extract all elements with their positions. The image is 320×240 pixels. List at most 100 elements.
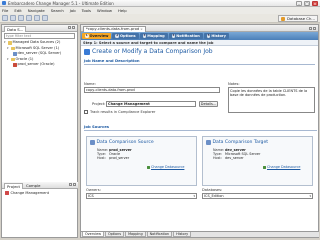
menu-help[interactable]: Help — [118, 8, 127, 13]
minimize-button[interactable]: – — [296, 1, 302, 6]
source-title: Data Comparison Source — [90, 140, 154, 145]
data-source-tree: ▾ Managed Data Sources (2) ▾ Microsoft S… — [2, 40, 77, 68]
tab-job[interactable]: *copy-clients-data-from-prod × — [83, 26, 146, 32]
notes-field[interactable]: Copie les données de la table CLIENTS de… — [228, 87, 315, 113]
bottom-tab-options[interactable]: Options — [104, 232, 125, 237]
chevron-down-icon: ▾ — [309, 194, 311, 198]
menu-bar: File Edit Navigate Search Job Tools Wind… — [0, 7, 320, 14]
target-host: dev_server — [225, 156, 244, 161]
step-number: 4 — [171, 33, 176, 38]
oracle-icon — [13, 63, 17, 67]
bottom-tab-history[interactable]: History — [173, 232, 192, 237]
step-overview[interactable]: 1 Overview — [82, 33, 112, 39]
target-change-datasource-link[interactable]: Change Datasource — [263, 165, 300, 169]
maximize-button[interactable]: □ — [304, 1, 310, 6]
page-title: Create or Modify a Data Comparison Job — [92, 48, 213, 55]
name-field[interactable]: copy-clients-data-from-prod — [84, 87, 220, 93]
change-datasource-icon — [147, 165, 150, 169]
close-button[interactable]: × — [312, 1, 318, 6]
database-perspective-icon — [280, 16, 285, 21]
maximize-view-icon[interactable] — [72, 26, 75, 29]
expand-icon[interactable]: ▾ — [7, 46, 10, 52]
owners-select[interactable]: ICS ▾ — [86, 193, 197, 199]
forward-icon[interactable] — [42, 15, 48, 21]
job-name-section-title: Job Name and Description — [84, 58, 140, 63]
project-item[interactable]: Change Management — [2, 189, 78, 197]
app-icon — [2, 1, 6, 5]
source-change-datasource-link[interactable]: Change Datasource — [147, 165, 184, 169]
run-icon[interactable] — [26, 15, 32, 21]
step-number: 3 — [142, 33, 147, 38]
menu-navigate[interactable]: Navigate — [28, 8, 45, 13]
folder-icon — [11, 46, 15, 50]
step-mapping[interactable]: 3 Mapping — [139, 33, 168, 39]
maximize-view-icon[interactable] — [313, 27, 316, 30]
owners-label: Owners: — [86, 188, 101, 192]
target-title: Data Comparison Target — [206, 140, 268, 145]
tab-compliance[interactable]: Comple — [26, 183, 40, 188]
menu-tools[interactable]: Tools — [82, 8, 91, 13]
database-icon — [13, 52, 17, 56]
step-label: Options — [119, 34, 136, 38]
save-icon[interactable] — [10, 15, 16, 21]
menu-file[interactable]: File — [2, 8, 8, 13]
maximize-view-icon[interactable] — [73, 183, 76, 186]
databases-value: ICS_Edition — [204, 194, 224, 198]
navigator-tabs: Data S... — [2, 25, 77, 32]
editor-bottom-tabs: Overview Options Mapping Notification Hi… — [81, 231, 319, 237]
tree-item-label: prod_server (Oracle) — [17, 62, 55, 66]
database-icon — [206, 140, 211, 145]
section-divider — [84, 64, 315, 65]
toolbar: Database Ch... — [0, 14, 320, 23]
minimize-view-icon[interactable] — [68, 26, 71, 29]
target-panel: Data Comparison Target Name:dev_server T… — [202, 136, 313, 186]
expand-icon[interactable]: ▾ — [7, 57, 10, 63]
source-host: prod_server — [109, 156, 130, 161]
step-label: History — [211, 34, 227, 38]
tab-data-sources[interactable]: Data S... — [4, 25, 27, 32]
window-controls: – □ × — [296, 1, 318, 6]
minimize-view-icon[interactable] — [69, 183, 72, 186]
step-label: Overview — [89, 34, 109, 38]
lower-view: Project Comple Change Management — [2, 182, 78, 197]
bottom-tab-overview[interactable]: Overview — [82, 232, 104, 237]
back-icon[interactable] — [34, 15, 40, 21]
target-details: Name:dev_server Type: Microsoft SQL Serve… — [213, 148, 260, 161]
step-options[interactable]: 2 Options — [112, 33, 139, 39]
menu-window[interactable]: Window — [97, 8, 112, 13]
bottom-tab-notification[interactable]: Notification — [146, 232, 173, 237]
menu-job[interactable]: Job — [70, 8, 76, 13]
section-divider — [84, 130, 317, 131]
kv-label: Host: — [97, 156, 106, 161]
folder-icon — [8, 41, 12, 45]
perspective-switcher[interactable]: Database Ch... — [277, 15, 318, 22]
target-title-text: Data Comparison Target — [212, 140, 269, 145]
close-tab-icon[interactable]: × — [140, 27, 143, 33]
compliance-checkbox[interactable] — [84, 110, 88, 114]
databases-select[interactable]: ICS_Edition ▾ — [202, 193, 313, 199]
bottom-tab-mapping[interactable]: Mapping — [125, 232, 146, 237]
tab-project[interactable]: Project — [4, 182, 23, 189]
menu-edit[interactable]: Edit — [14, 8, 21, 13]
project-item-label: Change Management — [10, 191, 50, 195]
minimize-view-icon[interactable] — [309, 27, 312, 30]
tree-item-prod-server[interactable]: prod_server (Oracle) — [4, 62, 77, 68]
compliance-label: Track results in Compliance Explorer — [90, 109, 156, 114]
filter-input[interactable]: type filter text — [4, 33, 75, 39]
details-button[interactable]: Details... — [199, 101, 218, 107]
new-icon[interactable] — [2, 15, 8, 21]
print-icon[interactable] — [18, 15, 24, 21]
name-label: Name: — [84, 82, 96, 86]
link-label: Change Datasource — [267, 165, 301, 169]
step-label: Notification — [176, 34, 200, 38]
step-notification[interactable]: 4 Notification — [168, 33, 203, 39]
databases-label: Databases: — [202, 188, 223, 192]
perspective-label: Database Ch... — [286, 16, 315, 21]
step-label: Mapping — [147, 34, 165, 38]
step-history[interactable]: 5 History — [203, 33, 230, 39]
project-field[interactable]: Change Management — [106, 101, 196, 107]
menu-search[interactable]: Search — [51, 8, 64, 13]
step-number: 1 — [85, 33, 89, 38]
kv-label: Host: — [213, 156, 222, 161]
project-label: Project: — [92, 102, 106, 106]
